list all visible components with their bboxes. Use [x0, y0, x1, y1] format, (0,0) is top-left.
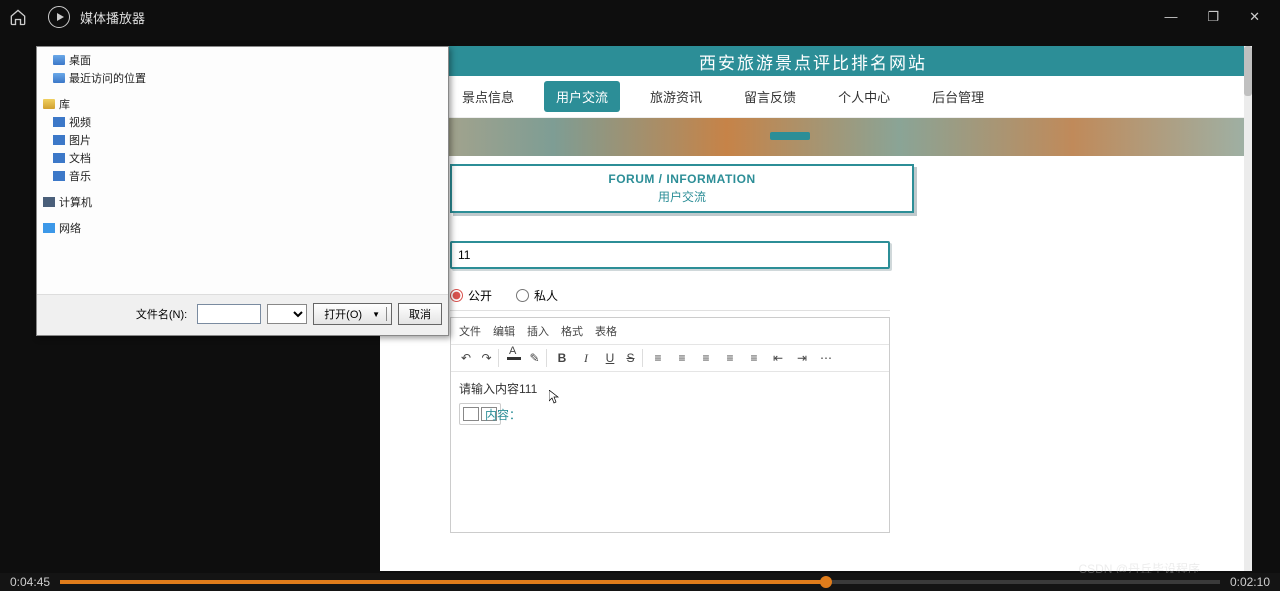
total-time: 0:02:10 [1230, 575, 1270, 589]
tree-music[interactable]: 音乐 [43, 167, 442, 185]
cancel-button[interactable]: 取消 [398, 303, 442, 325]
align-left-icon[interactable]: ≡ [673, 349, 691, 367]
tree-recent[interactable]: 最近访问的位置 [43, 69, 442, 87]
content-label: 内容： [485, 406, 521, 423]
tree-desktop[interactable]: 桌面 [43, 51, 442, 69]
tree-network[interactable]: 网络 [43, 219, 442, 237]
progress-bar[interactable] [60, 580, 1220, 584]
nav-admin[interactable]: 后台管理 [920, 81, 996, 112]
list-icon[interactable]: ≡ [649, 349, 667, 367]
tree-library[interactable]: 库 [43, 95, 442, 113]
forum-header-box: FORUM / INFORMATION 用户交流 [450, 164, 914, 213]
file-open-dialog: 桌面 最近访问的位置 库 视频 图片 文档 音乐 计算机 网络 文件名(N): … [36, 46, 449, 336]
menu-table[interactable]: 表格 [595, 323, 617, 339]
insert-image-icon[interactable] [463, 407, 479, 421]
filename-input[interactable] [197, 304, 261, 324]
form-area: 公开 私人 文件 编辑 插入 格式 表格 ↶ ↷ ✎ B I U [450, 241, 1236, 571]
scrollbar-thumb[interactable] [1244, 46, 1252, 96]
tree-video[interactable]: 视频 [43, 113, 442, 131]
bold-icon[interactable]: B [553, 349, 571, 367]
folder-tree: 桌面 最近访问的位置 库 视频 图片 文档 音乐 计算机 网络 [37, 47, 448, 241]
visibility-row: 公开 私人 [450, 281, 890, 311]
undo-icon[interactable]: ↶ [457, 349, 475, 367]
radio-public[interactable]: 公开 [450, 287, 492, 304]
justify-icon[interactable]: ≡ [745, 349, 763, 367]
current-time: 0:04:45 [10, 575, 50, 589]
home-icon[interactable] [8, 7, 28, 27]
editor-menu: 文件 编辑 插入 格式 表格 [451, 318, 889, 345]
underline-icon[interactable]: U [601, 349, 619, 367]
outdent-icon[interactable]: ⇤ [769, 349, 787, 367]
radio-private-label: 私人 [534, 287, 558, 304]
maximize-icon[interactable]: ❐ [1207, 9, 1219, 25]
player-bar: 0:04:45 0:02:10 [0, 573, 1280, 591]
nav-user-forum[interactable]: 用户交流 [544, 81, 620, 112]
more-icon[interactable]: ⋯ [817, 349, 835, 367]
radio-private[interactable]: 私人 [516, 287, 558, 304]
strike-icon[interactable]: S [625, 349, 643, 367]
progress-fill [60, 580, 826, 584]
page-title: 西安旅游景点评比排名网站 [699, 49, 927, 74]
open-button[interactable]: 打开(O)▼ [313, 303, 392, 325]
menu-edit[interactable]: 编辑 [493, 323, 515, 339]
radio-public-label: 公开 [468, 287, 492, 304]
menu-insert[interactable]: 插入 [527, 323, 549, 339]
banner-image [380, 118, 1246, 156]
page: 西安旅游景点评比排名网站 景点信息 用户交流 旅游资讯 留言反馈 个人中心 后台… [380, 46, 1246, 571]
app-title: 媒体播放器 [80, 8, 145, 27]
filename-label: 文件名(N): [136, 306, 187, 322]
filetype-combo[interactable] [267, 304, 307, 324]
align-center-icon[interactable]: ≡ [697, 349, 715, 367]
nav-personal[interactable]: 个人中心 [826, 81, 902, 112]
title-input[interactable] [450, 241, 890, 269]
dialog-button-row: 文件名(N): 打开(O)▼ 取消 [37, 294, 448, 335]
editor-toolbar: ↶ ↷ ✎ B I U S ≡ ≡ ≡ ≡ ≡ ⇤ ⇥ ⋯ [451, 345, 889, 372]
window-controls: — ❐ ✕ [1164, 9, 1272, 25]
radio-private-input[interactable] [516, 289, 529, 302]
editor-text: 请输入内容111 [459, 382, 537, 396]
highlight-icon[interactable]: ✎ [529, 349, 547, 367]
radio-public-input[interactable] [450, 289, 463, 302]
play-icon[interactable] [48, 6, 70, 28]
font-color-icon[interactable] [505, 349, 523, 367]
italic-icon[interactable]: I [577, 349, 595, 367]
menu-file[interactable]: 文件 [459, 323, 481, 339]
nav-travel-news[interactable]: 旅游资讯 [638, 81, 714, 112]
forum-title-en: FORUM / INFORMATION [452, 172, 912, 186]
close-icon[interactable]: ✕ [1249, 9, 1260, 25]
tree-picture[interactable]: 图片 [43, 131, 442, 149]
tree-computer[interactable]: 计算机 [43, 193, 442, 211]
nav: 景点信息 用户交流 旅游资讯 留言反馈 个人中心 后台管理 [380, 76, 1246, 118]
editor-body[interactable]: 请输入内容111 [451, 372, 889, 532]
align-right-icon[interactable]: ≡ [721, 349, 739, 367]
minimize-icon[interactable]: — [1164, 9, 1177, 25]
titlebar: 媒体播放器 — ❐ ✕ [0, 0, 1280, 34]
nav-feedback[interactable]: 留言反馈 [732, 81, 808, 112]
progress-knob[interactable] [820, 576, 832, 588]
redo-icon[interactable]: ↷ [481, 349, 499, 367]
vertical-scrollbar[interactable] [1244, 46, 1252, 571]
forum-title-cn: 用户交流 [452, 188, 912, 205]
indent-icon[interactable]: ⇥ [793, 349, 811, 367]
menu-format[interactable]: 格式 [561, 323, 583, 339]
nav-spot-info[interactable]: 景点信息 [450, 81, 526, 112]
rich-text-editor: 文件 编辑 插入 格式 表格 ↶ ↷ ✎ B I U S ≡ ≡ ≡ ≡ ≡ ⇤ [450, 317, 890, 533]
page-header: 西安旅游景点评比排名网站 [380, 46, 1246, 76]
tree-document[interactable]: 文档 [43, 149, 442, 167]
